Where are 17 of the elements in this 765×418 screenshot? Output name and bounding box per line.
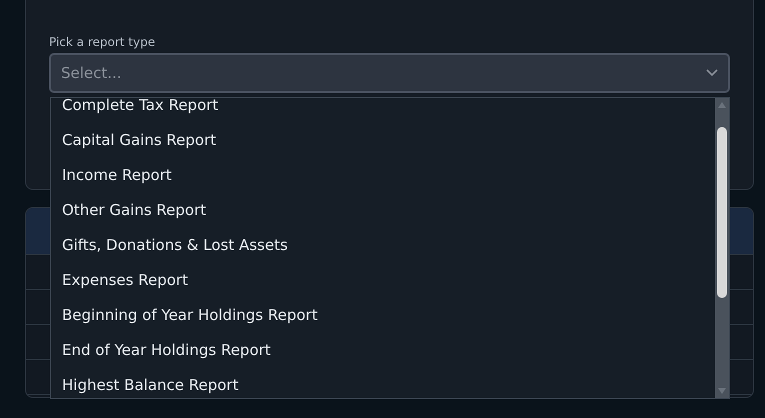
dropdown-option[interactable]: Complete Tax Report bbox=[51, 98, 715, 122]
dropdown-option[interactable]: Gifts, Donations & Lost Assets bbox=[51, 227, 715, 262]
report-type-select[interactable]: Select... bbox=[49, 53, 730, 93]
dropdown-option[interactable]: Highest Balance Report bbox=[51, 367, 715, 398]
dropdown-option[interactable]: Income Report bbox=[51, 157, 715, 192]
field-label: Pick a report type bbox=[49, 35, 156, 49]
dropdown-option[interactable]: Capital Gains Report bbox=[51, 122, 715, 157]
dropdown-option[interactable]: End of Year Holdings Report bbox=[51, 332, 715, 367]
dropdown-option[interactable]: Other Gains Report bbox=[51, 192, 715, 227]
select-placeholder: Select... bbox=[61, 64, 122, 82]
dropdown-option[interactable]: Expenses Report bbox=[51, 262, 715, 297]
scrollbar-thumb[interactable] bbox=[717, 127, 727, 298]
scrollbar[interactable] bbox=[715, 98, 729, 398]
chevron-down-icon bbox=[706, 69, 718, 77]
scroll-up-icon[interactable] bbox=[718, 102, 726, 108]
scroll-down-icon[interactable] bbox=[718, 388, 726, 394]
dropdown-option[interactable]: Beginning of Year Holdings Report bbox=[51, 297, 715, 332]
